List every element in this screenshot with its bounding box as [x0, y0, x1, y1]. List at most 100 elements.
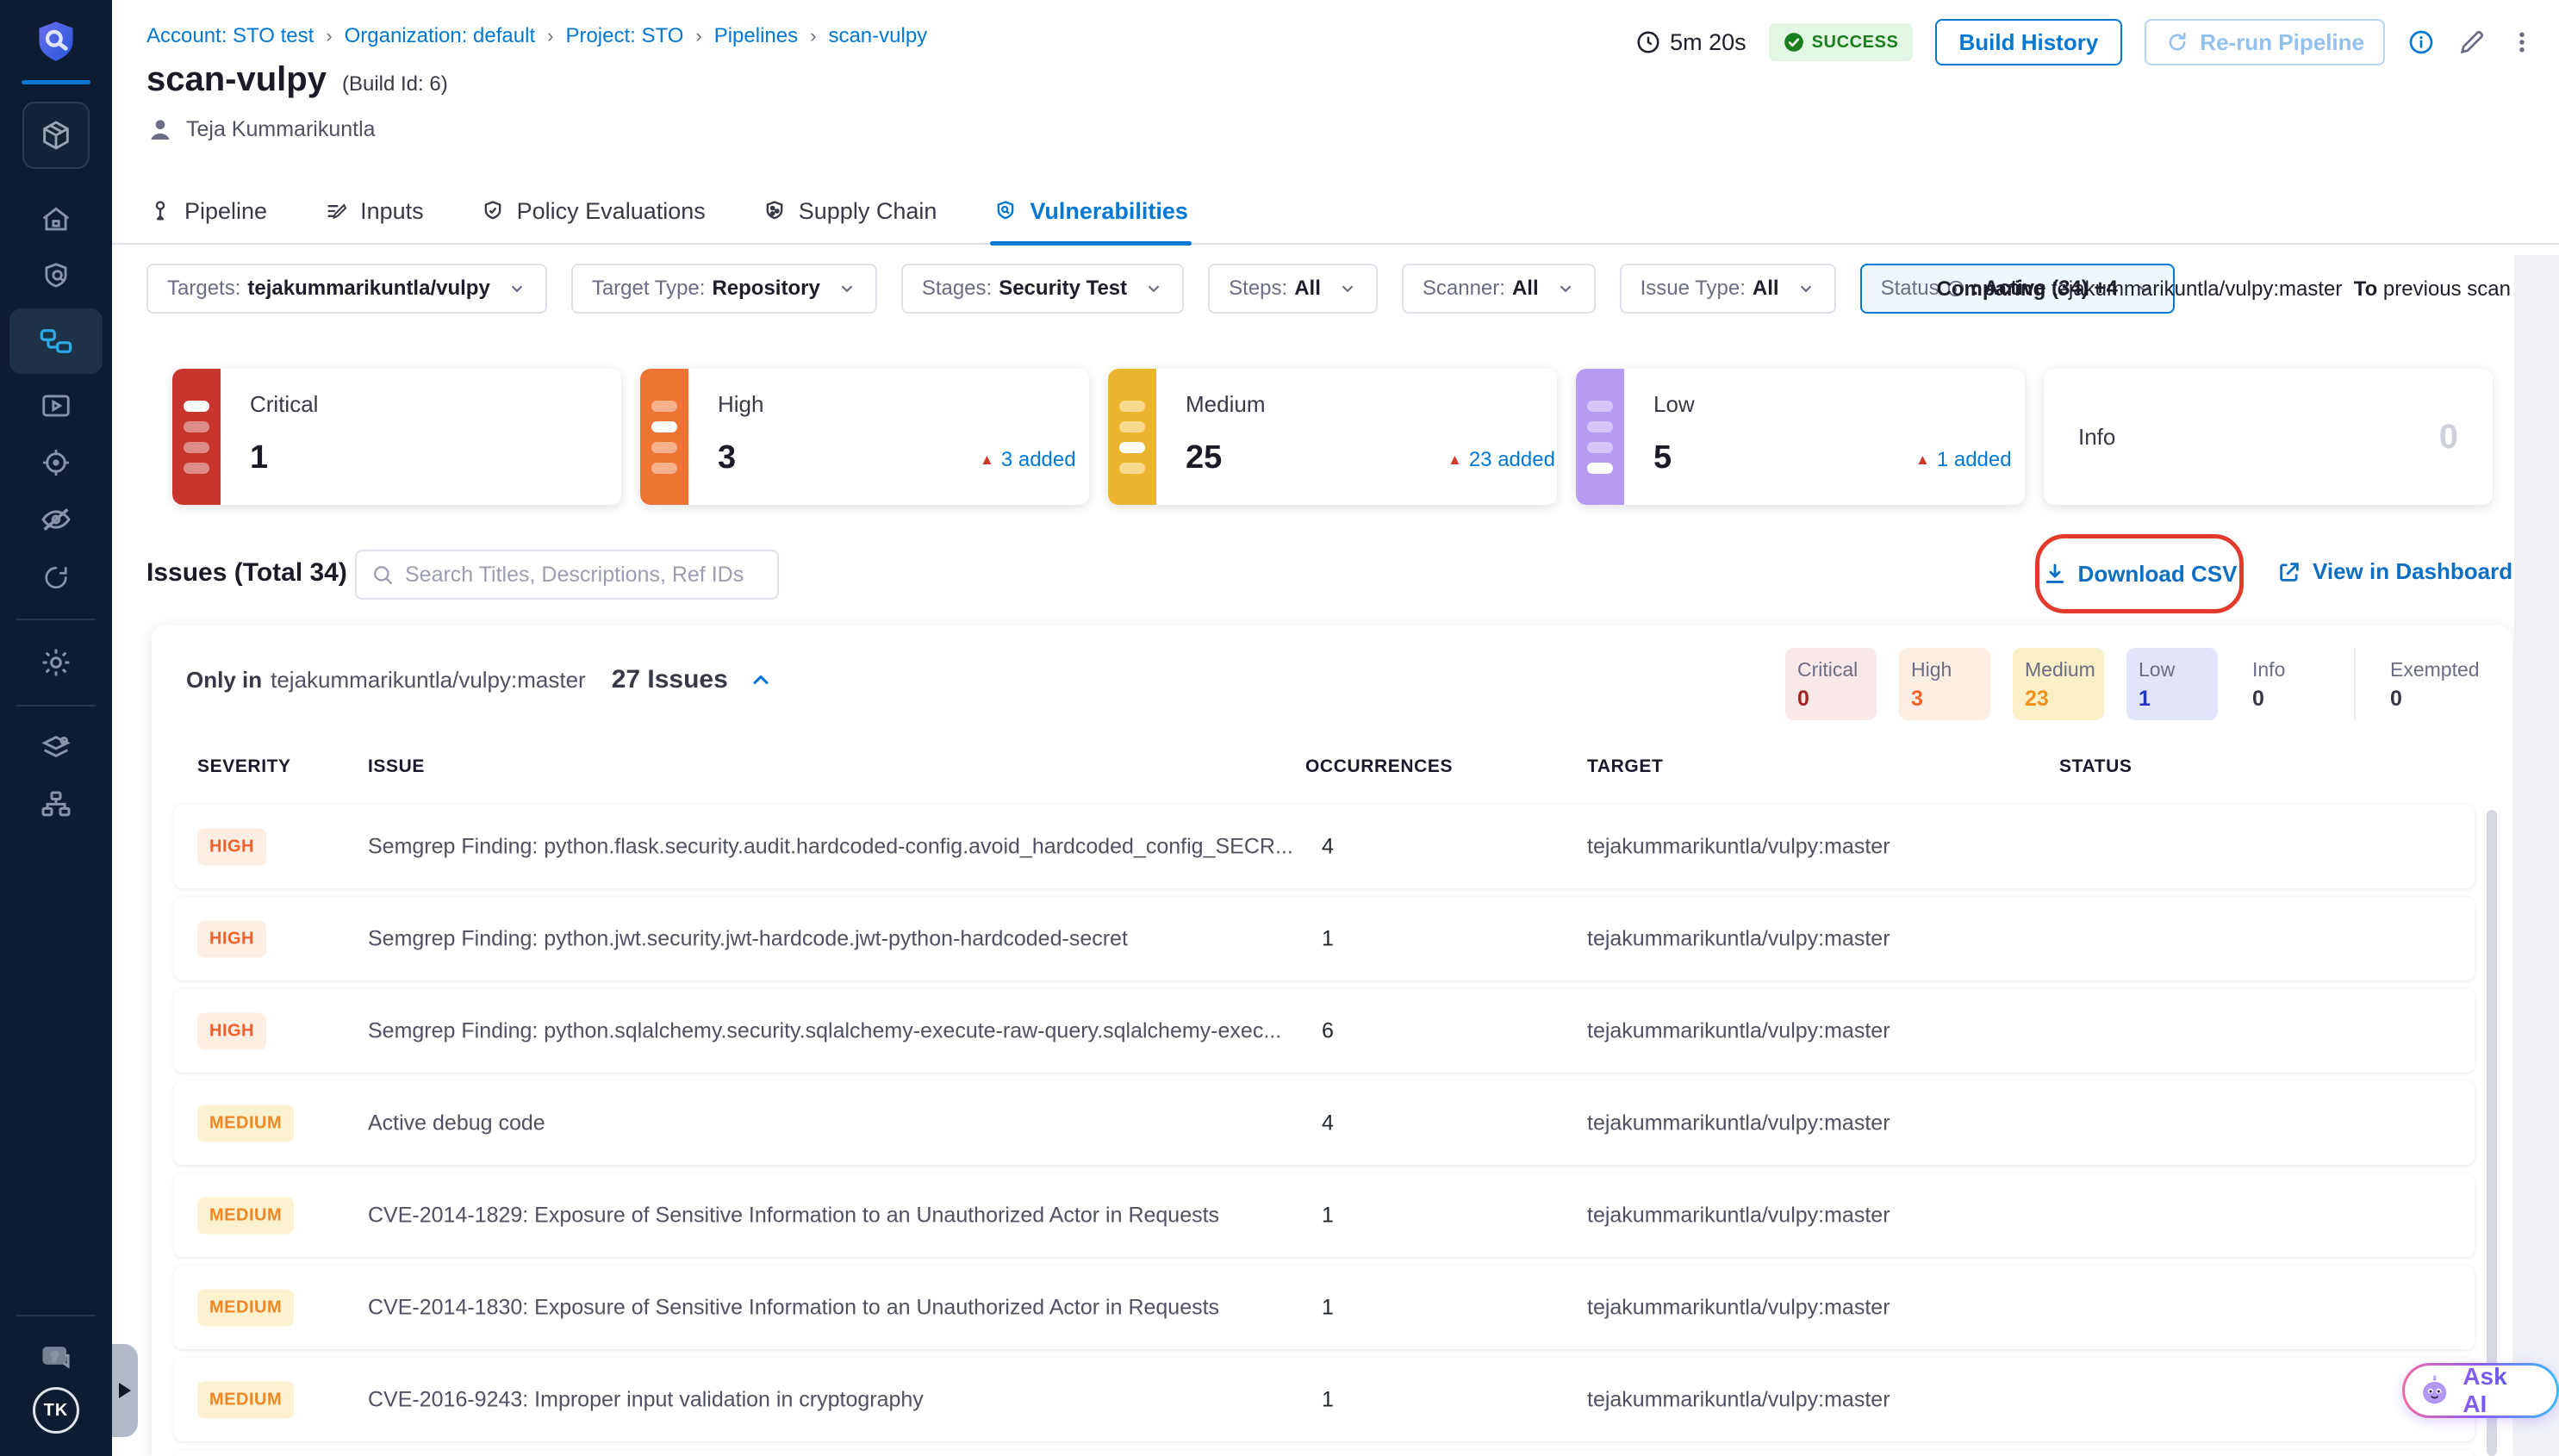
sidebar-item-pipelines[interactable]	[9, 308, 103, 374]
tab-vulnerabilities[interactable]: Vulnerabilities	[993, 178, 1188, 244]
comparing-summary: Comparing tejakummarikuntla/vulpy:master…	[1937, 277, 2511, 302]
filter-select[interactable]: Targets: tejakummarikuntla/vulpy	[146, 264, 547, 314]
sidebar-item-org-settings[interactable]	[9, 720, 103, 777]
severity-card-label: Medium	[1186, 391, 1265, 418]
severity-card-count: 5	[1653, 439, 1672, 476]
breadcrumb-item[interactable]: Account: STO test›	[146, 24, 333, 48]
severity-chip[interactable]: Medium 23	[2013, 648, 2104, 720]
filter-select[interactable]: Issue Type: All	[1620, 264, 1836, 314]
hierarchy-gear-icon	[39, 788, 73, 823]
view-in-dashboard-button[interactable]: View in Dashboard	[2276, 558, 2512, 585]
edit-pencil-icon[interactable]	[2457, 28, 2487, 57]
chevron-down-icon	[1144, 279, 1163, 298]
tab-policy-evaluations[interactable]: Policy Evaluations	[481, 178, 706, 244]
sto-logo-icon[interactable]	[34, 19, 78, 68]
breadcrumb: Account: STO test› Organization: default›…	[146, 24, 927, 48]
issue-table-row[interactable]: MEDIUM Active debug code 4 tejakummariku…	[174, 1081, 2475, 1165]
module-selector-button[interactable]	[22, 102, 90, 169]
severity-band-icon	[1108, 369, 1156, 505]
clock-icon	[1635, 29, 1661, 55]
info-icon[interactable]	[2407, 28, 2435, 56]
issue-target: tejakummarikuntla/vulpy:master	[1587, 926, 1890, 951]
module-cube-icon	[39, 118, 73, 152]
issue-table-row[interactable]: MEDIUM CVE-2017-11424: PyJWT vulnerable …	[174, 1450, 2475, 1456]
sidebar-item-home[interactable]	[9, 191, 103, 248]
issues-search[interactable]	[355, 550, 779, 600]
filter-select[interactable]: Steps: All	[1208, 264, 1378, 314]
issue-title: Semgrep Finding: python.jwt.security.jwt…	[368, 926, 1128, 951]
check-circle-icon	[1783, 31, 1805, 53]
severity-card[interactable]: Low 5 ▲1 added	[1576, 369, 2025, 505]
tab-supply-chain[interactable]: Supply Chain	[763, 178, 937, 244]
red-annotation-circle: Download CSV	[2035, 534, 2244, 613]
pipeline-tab-icon	[148, 199, 172, 223]
breadcrumb-item[interactable]: Pipelines›	[714, 24, 817, 48]
ask-ai-button[interactable]: Ask AI	[2402, 1363, 2559, 1418]
sidebar-item-project-settings[interactable]	[9, 634, 103, 691]
help-chat-icon: ?	[38, 1341, 74, 1377]
sidebar-expand-handle[interactable]	[112, 1344, 138, 1437]
tab-inputs[interactable]: Inputs	[324, 178, 424, 244]
issue-table-row[interactable]: HIGH Semgrep Finding: python.flask.secur…	[174, 805, 2475, 888]
user-avatar[interactable]: TK	[33, 1387, 79, 1434]
severity-card[interactable]: Medium 25 ▲23 added	[1108, 369, 1557, 505]
issue-target: tejakummarikuntla/vulpy:master	[1587, 1203, 1890, 1228]
help-chat-button[interactable]: ?	[9, 1330, 103, 1387]
issue-table-row[interactable]: MEDIUM CVE-2014-1830: Exposure of Sensit…	[174, 1266, 2475, 1349]
kebab-menu-icon[interactable]	[2509, 29, 2535, 55]
sidebar-item-getting-started[interactable]	[9, 548, 103, 605]
issues-search-input[interactable]	[405, 563, 763, 588]
sidebar-item-executions[interactable]	[9, 377, 103, 434]
sidebar-item-targets[interactable]	[9, 434, 103, 491]
sidebar-item-exemptions[interactable]	[9, 491, 103, 548]
breadcrumb-item[interactable]: Project: STO›	[565, 24, 701, 48]
filter-select[interactable]: Stages: Security Test	[901, 264, 1184, 314]
severity-card-count: 25	[1186, 439, 1222, 476]
chevron-up-icon[interactable]	[749, 668, 773, 692]
filter-select[interactable]: Scanner: All	[1402, 264, 1596, 314]
issue-group-header[interactable]: Only in tejakummarikuntla/vulpy:master 2…	[186, 665, 773, 694]
issue-table-row[interactable]: MEDIUM CVE-2016-9243: Improper input val…	[174, 1358, 2475, 1441]
issue-table-row[interactable]: MEDIUM CVE-2014-1829: Exposure of Sensit…	[174, 1173, 2475, 1257]
severity-filter-chips: Critical 0 High 3 Medium 23	[1785, 648, 2469, 720]
download-icon	[2042, 561, 2068, 587]
build-history-button[interactable]: Build History	[1935, 19, 2123, 65]
tab-pipeline[interactable]: Pipeline	[148, 178, 267, 244]
header-actions: 5m 20s SUCCESS Build History Re-run Pipe…	[1635, 19, 2535, 65]
issue-occurrences: 4	[1322, 1111, 1334, 1136]
filter-select[interactable]: Target Type: Repository	[571, 264, 877, 314]
severity-chip[interactable]: Low 1	[2126, 648, 2218, 720]
sidebar-item-test-targets[interactable]	[9, 248, 103, 305]
severity-card[interactable]: High 3 ▲3 added	[640, 369, 1089, 505]
issue-title: Semgrep Finding: python.flask.security.a…	[368, 834, 1293, 859]
sidebar-item-account-settings[interactable]	[9, 777, 103, 834]
issue-occurrences: 6	[1322, 1018, 1334, 1043]
issue-title: Semgrep Finding: python.sqlalchemy.secur…	[368, 1018, 1281, 1043]
build-id-label: (Build Id: 6)	[342, 72, 448, 96]
info-severity-card[interactable]: Info 0	[2044, 369, 2493, 505]
severity-card[interactable]: Critical 1 ▲	[172, 369, 621, 505]
rerun-pipeline-button[interactable]: Re-run Pipeline	[2145, 19, 2385, 65]
severity-summary-cards: Critical 1 ▲ High 3 ▲3 added	[172, 369, 2493, 505]
eye-off-icon	[39, 502, 73, 537]
severity-chip[interactable]: High 3	[1899, 648, 1990, 720]
table-scrollbar[interactable]	[2487, 810, 2497, 1456]
issue-table-row[interactable]: HIGH Semgrep Finding: python.jwt.securit…	[174, 897, 2475, 980]
severity-chip[interactable]: Info 0	[2240, 648, 2332, 720]
severity-badge: HIGH	[197, 828, 266, 865]
issue-occurrences: 4	[1322, 834, 1334, 859]
severity-band-icon	[1576, 369, 1624, 505]
chevron-down-icon	[1796, 279, 1815, 298]
issue-table-row[interactable]: HIGH Semgrep Finding: python.sqlalchemy.…	[174, 989, 2475, 1073]
issue-target: tejakummarikuntla/vulpy:master	[1587, 1387, 1890, 1412]
breadcrumb-item[interactable]: Organization: default›	[345, 24, 554, 48]
breadcrumb-item[interactable]: scan-vulpy	[828, 24, 927, 48]
severity-chip[interactable]: Critical 0	[1785, 648, 1877, 720]
page-scroll-gutter	[2514, 255, 2559, 1456]
issue-target: tejakummarikuntla/vulpy:master	[1587, 1111, 1890, 1136]
download-csv-button[interactable]: Download CSV	[2042, 561, 2238, 588]
sidebar-divider	[16, 619, 96, 620]
page-title: scan-vulpy	[146, 60, 327, 99]
issue-target: tejakummarikuntla/vulpy:master	[1587, 834, 1890, 859]
severity-chip[interactable]: Exempted 0	[2378, 648, 2469, 720]
